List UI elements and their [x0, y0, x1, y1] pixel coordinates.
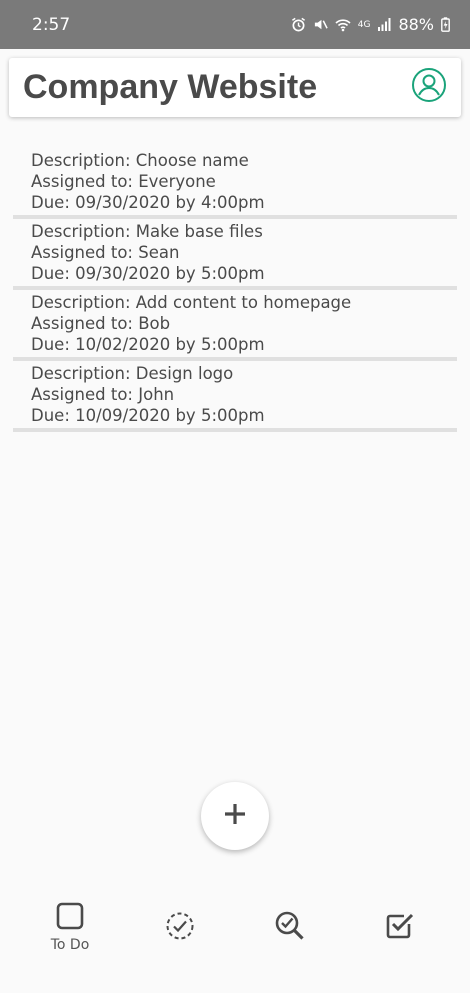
header-card: Company Website — [9, 58, 461, 117]
nav-item-done[interactable] — [385, 910, 415, 945]
task-due: Due: 10/09/2020 by 5:00pm — [31, 406, 265, 425]
nav-item-todo[interactable]: To Do — [46, 902, 94, 953]
page-title: Company Website — [23, 68, 318, 106]
status-time: 2:57 — [32, 14, 71, 35]
battery-charging-icon — [441, 17, 450, 32]
battery-percent: 88% — [398, 15, 434, 34]
task-due: Due: 09/30/2020 by 5:00pm — [31, 264, 265, 283]
add-task-button[interactable] — [201, 782, 269, 850]
task-assignee: Assigned to: Bob — [31, 314, 171, 333]
person-circle-icon — [411, 67, 447, 108]
wifi-icon — [335, 18, 351, 32]
status-icons: 4G 88% — [291, 15, 450, 34]
nav-label-todo: To Do — [50, 937, 90, 953]
bottom-nav: To Do — [0, 895, 470, 965]
task-description: Description: Make base files — [31, 222, 263, 241]
task-description: Description: Design logo — [31, 364, 234, 383]
status-bar: 2:57 4G 88% — [0, 0, 470, 49]
plus-icon — [224, 803, 246, 830]
task-due: Due: 10/02/2020 by 5:00pm — [31, 335, 265, 354]
mute-icon — [313, 17, 328, 32]
task-assignee: Assigned to: Everyone — [31, 172, 216, 191]
task-item[interactable]: Description: Make base files Assigned to… — [13, 219, 457, 290]
search-check-icon — [274, 910, 306, 947]
task-item[interactable]: Description: Add content to homepage Ass… — [13, 290, 457, 361]
dashed-circle-check-icon — [165, 911, 195, 946]
signal-icon — [377, 18, 391, 31]
alarm-icon — [291, 17, 306, 32]
task-description: Description: Add content to homepage — [31, 293, 352, 312]
profile-button[interactable] — [411, 67, 447, 108]
task-assignee: Assigned to: Sean — [31, 243, 180, 262]
task-description: Description: Choose name — [31, 151, 249, 170]
checked-box-icon — [385, 910, 415, 945]
task-list: Description: Choose name Assigned to: Ev… — [13, 148, 457, 432]
network-type: 4G — [357, 19, 371, 30]
square-outline-icon — [56, 902, 84, 935]
task-item[interactable]: Description: Design logo Assigned to: Jo… — [13, 361, 457, 432]
task-assignee: Assigned to: John — [31, 385, 175, 404]
task-item[interactable]: Description: Choose name Assigned to: Ev… — [13, 148, 457, 219]
nav-item-in-progress[interactable] — [165, 911, 195, 946]
nav-item-review[interactable] — [274, 910, 306, 947]
task-due: Due: 09/30/2020 by 4:00pm — [31, 193, 265, 212]
